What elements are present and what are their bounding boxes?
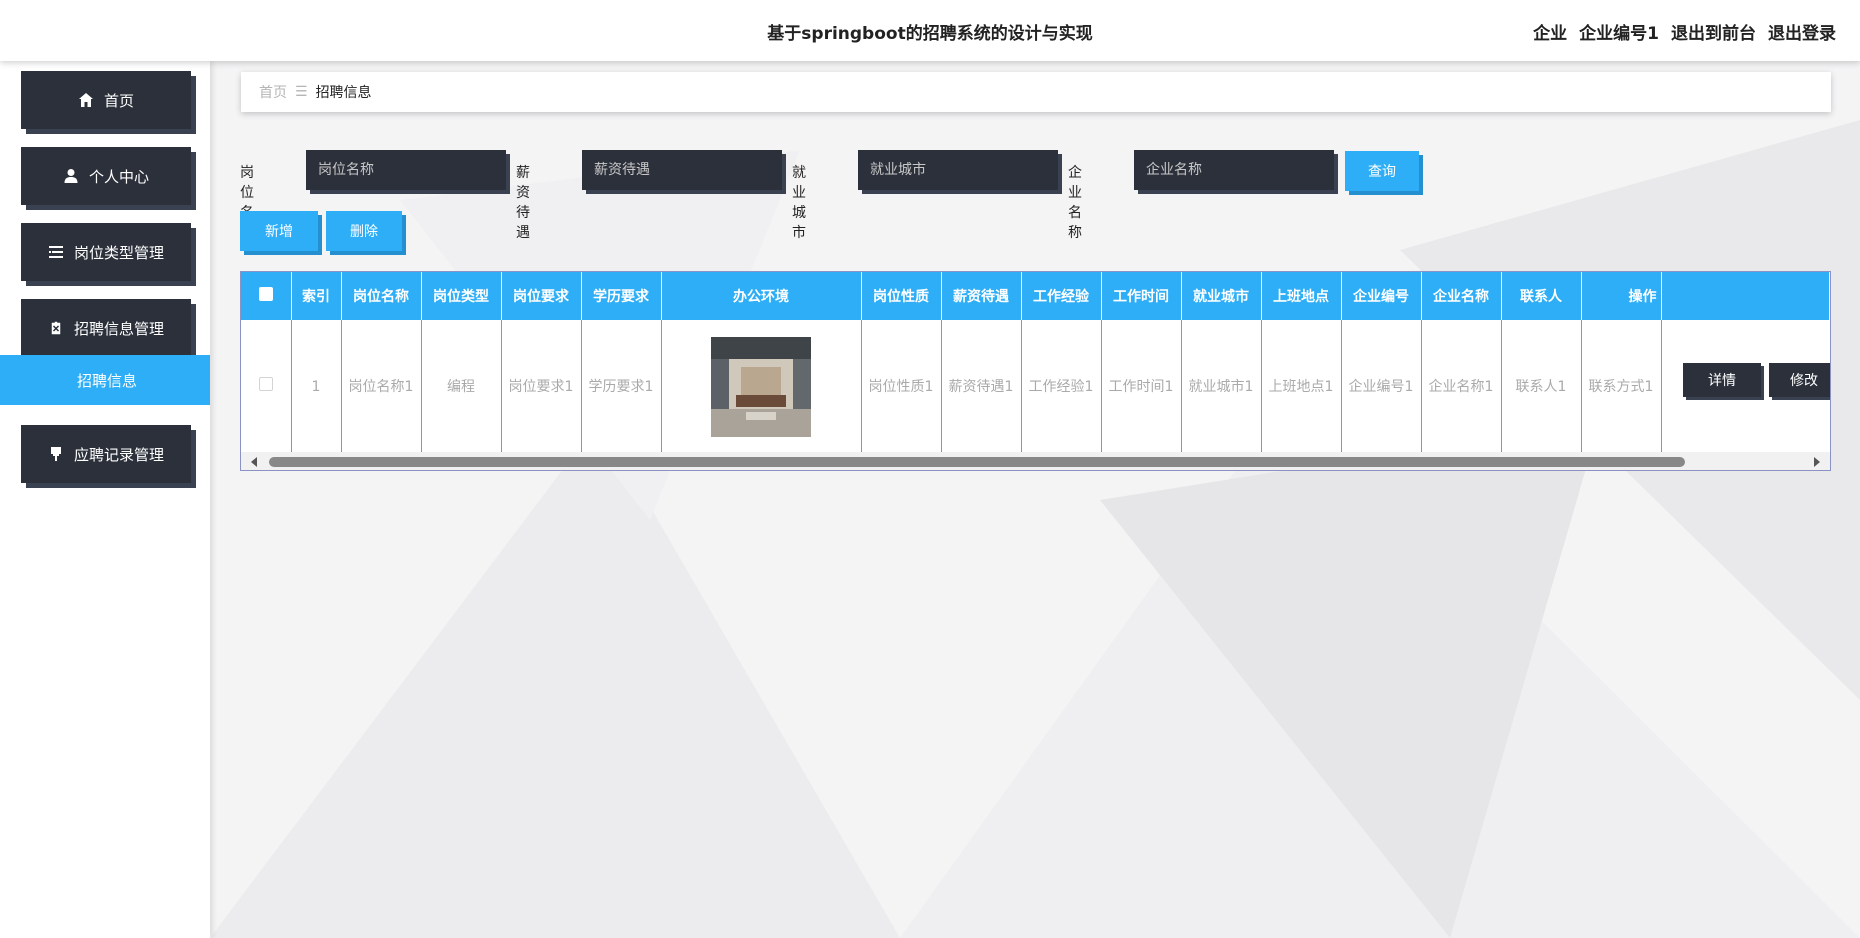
company-name-input[interactable]	[1134, 150, 1334, 190]
table-row: 1 岗位名称1 编程 岗位要求1 学历要求1 岗位性质1 薪资待遇1 工作经验1…	[241, 320, 1829, 453]
column-header: 就业城市	[1181, 272, 1262, 320]
logout-link[interactable]: 退出登录	[1768, 19, 1836, 44]
user-icon	[64, 169, 78, 183]
cell-experience: 工作经验1	[1021, 320, 1102, 453]
office-photo[interactable]	[711, 336, 811, 437]
search-label-company: 企业名称	[1068, 165, 1082, 241]
menu-icon: ☰	[295, 84, 308, 100]
cell-job-name: 岗位名称1	[341, 320, 422, 453]
cell-office-env	[661, 320, 862, 453]
cell-salary: 薪资待遇1	[941, 320, 1022, 453]
column-header: 学历要求	[581, 272, 662, 320]
select-all-cell[interactable]	[241, 272, 292, 320]
sidebar-item-recruit-manage[interactable]: 招聘信息管理	[21, 299, 191, 357]
flag-icon	[50, 447, 61, 461]
add-button[interactable]: 新增	[240, 211, 318, 251]
salary-input[interactable]	[582, 150, 782, 190]
cell-work-time: 工作时间1	[1101, 320, 1182, 453]
sidebar-item-home[interactable]: 首页	[21, 71, 191, 129]
job-name-input[interactable]	[306, 150, 506, 190]
back-to-front-link[interactable]: 退出到前台	[1671, 19, 1756, 44]
select-all-checkbox[interactable]	[258, 287, 273, 301]
column-header: 薪资待遇	[941, 272, 1022, 320]
sidebar-item-personal-center[interactable]: 个人中心	[21, 147, 191, 205]
sidebar-item-label: 招聘信息	[77, 371, 138, 390]
user-role: 企业	[1533, 24, 1568, 44]
sidebar-subitem-recruit-info[interactable]: 招聘信息	[0, 355, 210, 405]
scroll-left-icon[interactable]	[251, 457, 257, 467]
column-header: 上班地点	[1261, 272, 1342, 320]
clipboard-icon	[50, 320, 62, 336]
column-header: 企业名称	[1421, 272, 1502, 320]
detail-button[interactable]: 详情	[1683, 363, 1761, 397]
sidebar: 首页 个人中心 岗位类型管理 招聘信息管理 招聘信息 应聘记录管理	[0, 61, 210, 938]
sidebar-item-label: 个人中心	[88, 167, 149, 186]
row-checkbox[interactable]	[258, 376, 273, 391]
breadcrumb: 首页 ☰ 招聘信息	[241, 72, 1831, 112]
cell-address: 上班地点1	[1261, 320, 1342, 453]
column-header: 工作经验	[1021, 272, 1102, 320]
sidebar-item-label: 岗位类型管理	[73, 243, 164, 262]
top-header: 基于springboot的招聘系统的设计与实现 企业 企业编号1 退出到前台 退…	[0, 0, 1860, 61]
cell-job-req: 岗位要求1	[501, 320, 582, 453]
column-header: 工作时间	[1101, 272, 1182, 320]
column-header: 企业编号	[1341, 272, 1422, 320]
search-label-city: 就业城市	[792, 165, 806, 241]
column-header: 岗位要求	[501, 272, 582, 320]
cell-city: 就业城市1	[1181, 320, 1262, 453]
delete-button[interactable]: 删除	[326, 211, 402, 251]
row-select-cell[interactable]	[241, 320, 292, 453]
cell-contact: 联系人1	[1501, 320, 1582, 453]
cell-job-type: 编程	[421, 320, 502, 453]
user-name: 企业编号1	[1579, 24, 1659, 44]
column-header: 岗位名称	[341, 272, 422, 320]
edit-button[interactable]: 修改	[1769, 363, 1830, 397]
horizontal-scrollbar[interactable]	[241, 452, 1830, 470]
search-label-salary: 薪资待遇	[516, 165, 530, 241]
list-icon	[48, 246, 63, 258]
column-header: 联系人	[1501, 272, 1582, 320]
column-header: 岗位性质	[861, 272, 942, 320]
breadcrumb-current: 招聘信息	[315, 85, 372, 101]
table-header-row: 索引 岗位名称 岗位类型 岗位要求 学历要求 办公环境 岗位性质 薪资待遇 工作…	[241, 272, 1830, 320]
sidebar-item-job-type[interactable]: 岗位类型管理	[21, 223, 191, 281]
recruit-table: 索引 岗位名称 岗位类型 岗位要求 学历要求 办公环境 岗位性质 薪资待遇 工作…	[241, 272, 1830, 453]
scroll-right-icon[interactable]	[1814, 457, 1820, 467]
column-header-extra	[1661, 272, 1830, 320]
sidebar-item-label: 首页	[103, 91, 134, 110]
sidebar-item-application-records[interactable]: 应聘记录管理	[21, 425, 191, 483]
scroll-thumb[interactable]	[269, 457, 1685, 467]
sidebar-item-label: 招聘信息管理	[73, 319, 164, 338]
breadcrumb-home[interactable]: 首页	[259, 82, 287, 102]
column-header: 办公环境	[661, 272, 862, 320]
cell-index: 1	[291, 320, 342, 453]
cell-company-name: 企业名称1	[1421, 320, 1502, 453]
cell-company-no: 企业编号1	[1341, 320, 1422, 453]
query-button[interactable]: 查询	[1345, 151, 1419, 191]
cell-job-nature: 岗位性质1	[861, 320, 942, 453]
data-table: 索引 岗位名称 岗位类型 岗位要求 学历要求 办公环境 岗位性质 薪资待遇 工作…	[240, 271, 1831, 471]
header-user-area: 企业 企业编号1 退出到前台 退出登录	[1533, 19, 1836, 44]
home-icon	[78, 93, 93, 107]
column-header: 操作	[1581, 272, 1662, 320]
column-header: 索引	[291, 272, 342, 320]
sidebar-item-label: 应聘记录管理	[73, 445, 164, 464]
city-input[interactable]	[858, 150, 1058, 190]
column-header: 岗位类型	[421, 272, 502, 320]
cell-phone: 联系方式1	[1581, 320, 1662, 453]
cell-edu-req: 学历要求1	[581, 320, 662, 453]
